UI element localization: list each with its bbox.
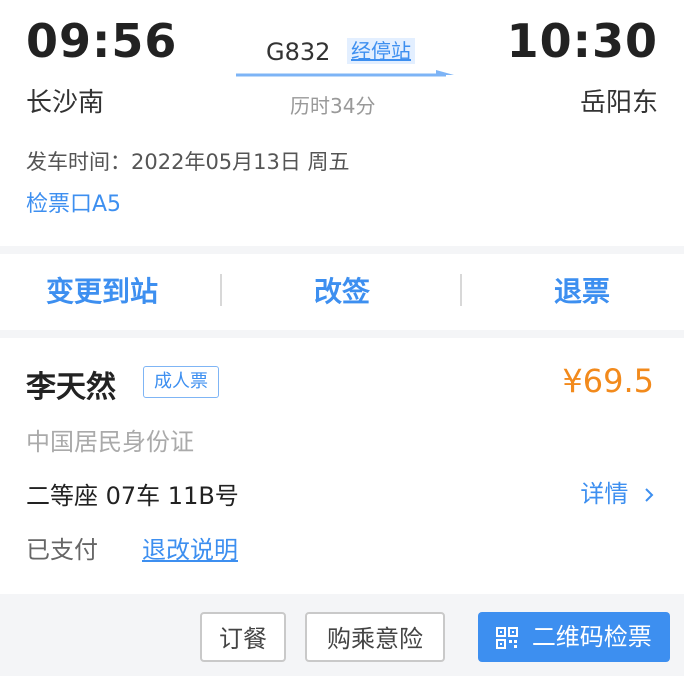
trip-card: 09:56 长沙南 G832 经停站 历时34分 10:30 岳阳东 发车时间：… [0, 0, 684, 246]
passenger-name: 李天然 [26, 370, 116, 405]
travel-insurance-button[interactable]: 购乘意险 [305, 612, 445, 662]
arrival-time: 10:30 [506, 14, 658, 68]
ticket-gate: 检票口A5 [26, 192, 122, 217]
passenger-card: 李天然 成人票 ¥69.5 中国居民身份证 二等座 07车 11B号 详情 已支… [0, 338, 684, 594]
action-divider [220, 274, 222, 306]
refund-button[interactable]: 退票 [468, 254, 684, 330]
train-direction-arrow-icon [236, 70, 454, 77]
stops-link[interactable]: 经停站 [347, 38, 415, 64]
refund-rules-link[interactable]: 退改说明 [142, 530, 238, 565]
ticket-actions-bar: 变更到站 改签 退票 [0, 254, 684, 330]
ticket-price: ¥69.5 [562, 362, 654, 400]
detail-label: 详情 [580, 480, 629, 508]
order-meal-button[interactable]: 订餐 [200, 612, 286, 662]
qr-code-icon [496, 627, 519, 649]
detail-link[interactable]: 详情 [580, 474, 656, 509]
departure-station: 长沙南 [26, 88, 105, 118]
id-type: 中国居民身份证 [26, 428, 194, 456]
reschedule-button[interactable]: 改签 [228, 254, 456, 330]
qr-check-in-label: 二维码检票 [531, 623, 652, 651]
seat-info: 二等座 07车 11B号 [26, 482, 239, 510]
arrival-station: 岳阳东 [579, 88, 658, 118]
departure-date: 发车时间：2022年05月13日 周五 [26, 150, 350, 174]
departure-time: 09:56 [26, 14, 178, 68]
ticket-type-badge: 成人票 [143, 366, 219, 398]
trip-duration: 历时34分 [290, 94, 376, 118]
action-divider [460, 274, 462, 306]
payment-status: 已支付 [26, 536, 98, 564]
train-number: G832 [266, 38, 331, 66]
qr-check-in-button[interactable]: 二维码检票 [478, 612, 670, 662]
chevron-right-icon [645, 488, 654, 502]
change-destination-button[interactable]: 变更到站 [0, 254, 216, 330]
